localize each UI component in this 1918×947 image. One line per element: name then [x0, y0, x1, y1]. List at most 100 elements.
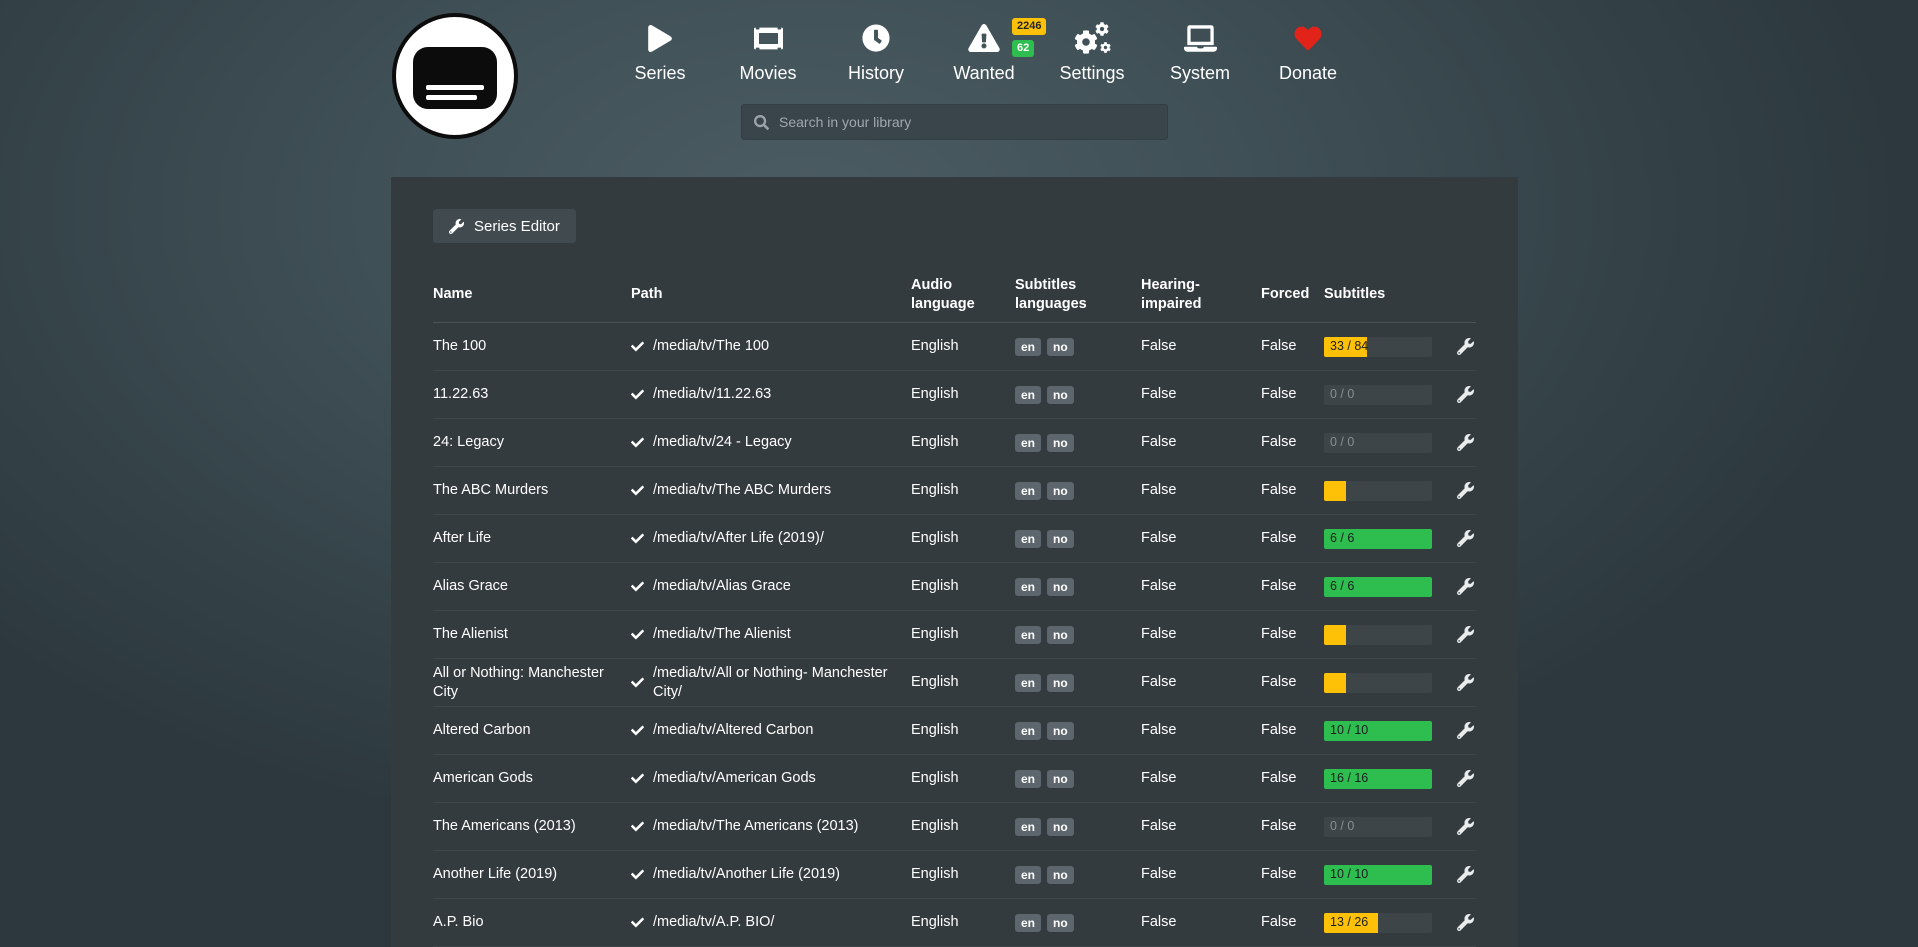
- language-badge: en: [1015, 434, 1041, 452]
- hearing-impaired-value: False: [1141, 433, 1261, 451]
- subtitle-language-badges: enno: [1015, 818, 1141, 836]
- subtitles-progress: 33 / 84: [1324, 337, 1432, 357]
- hearing-impaired-value: False: [1141, 577, 1261, 595]
- edit-series-wrench-button[interactable]: [1457, 434, 1474, 451]
- edit-series-wrench-button[interactable]: [1457, 386, 1474, 403]
- subtitles-progress: 13 / 26: [1324, 913, 1432, 933]
- subtitles-progress: [1324, 481, 1432, 501]
- subtitles-progress-label: 0 / 0: [1330, 387, 1354, 403]
- table-row: The ABC Murders /media/tv/The ABC Murder…: [433, 467, 1476, 515]
- subtitles-progress-label: 6 / 6: [1330, 579, 1354, 595]
- subtitles-progress: [1324, 673, 1432, 693]
- series-name: The 100: [433, 337, 631, 355]
- subtitle-language-badges: enno: [1015, 338, 1141, 356]
- forced-value: False: [1261, 385, 1324, 403]
- audio-language: English: [911, 865, 1015, 883]
- audio-language: English: [911, 529, 1015, 547]
- nav-item-donate[interactable]: Donate: [1254, 22, 1362, 84]
- series-editor-button[interactable]: Series Editor: [433, 209, 576, 243]
- edit-series-wrench-button[interactable]: [1457, 914, 1474, 931]
- nav-item-history[interactable]: History: [822, 22, 930, 84]
- hearing-impaired-value: False: [1141, 529, 1261, 547]
- hearing-impaired-value: False: [1141, 721, 1261, 739]
- nav-item-wanted[interactable]: 2246 62 Wanted: [930, 22, 1038, 84]
- series-path: /media/tv/All or Nothing- Manchester Cit…: [653, 664, 897, 700]
- edit-series-wrench-button[interactable]: [1457, 770, 1474, 787]
- edit-series-wrench-button[interactable]: [1457, 530, 1474, 547]
- search-input[interactable]: [779, 114, 1155, 130]
- play-icon: [606, 22, 714, 54]
- series-path: /media/tv/American Gods: [653, 769, 816, 787]
- app-logo[interactable]: [392, 13, 518, 139]
- series-name: The ABC Murders: [433, 481, 631, 499]
- hearing-impaired-value: False: [1141, 913, 1261, 931]
- subtitles-progress: 0 / 0: [1324, 385, 1432, 405]
- subtitle-language-badges: enno: [1015, 434, 1141, 452]
- language-badge: en: [1015, 722, 1041, 740]
- table-row: Alias Grace /media/tv/Alias Grace Englis…: [433, 563, 1476, 611]
- check-icon: [631, 772, 644, 785]
- forced-value: False: [1261, 625, 1324, 643]
- forced-value: False: [1261, 673, 1324, 691]
- series-name: Another Life (2019): [433, 865, 631, 883]
- nav-label: System: [1146, 63, 1254, 84]
- language-badge: en: [1015, 482, 1041, 500]
- subtitles-progress-label: 0 / 0: [1330, 435, 1354, 451]
- check-icon: [631, 580, 644, 593]
- check-icon: [631, 340, 644, 353]
- table-header-row: Name Path Audio language Subtitles langu…: [433, 267, 1476, 323]
- nav-item-settings[interactable]: Settings: [1038, 22, 1146, 84]
- logo-subtitle-screen-icon: [413, 47, 497, 109]
- subtitle-language-badges: enno: [1015, 866, 1141, 884]
- language-badge: no: [1047, 866, 1074, 884]
- hearing-impaired-value: False: [1141, 673, 1261, 691]
- series-table: Name Path Audio language Subtitles langu…: [433, 267, 1476, 947]
- series-path: /media/tv/24 - Legacy: [653, 433, 792, 451]
- table-row: American Gods /media/tv/American Gods En…: [433, 755, 1476, 803]
- edit-series-wrench-button[interactable]: [1457, 818, 1474, 835]
- table-row: Altered Carbon /media/tv/Altered Carbon …: [433, 707, 1476, 755]
- wrench-icon: [449, 219, 464, 234]
- check-icon: [631, 676, 644, 689]
- edit-series-wrench-button[interactable]: [1457, 578, 1474, 595]
- subtitles-progress-label: 16 / 16: [1330, 771, 1368, 787]
- series-path: /media/tv/Alias Grace: [653, 577, 791, 595]
- subtitles-progress: 10 / 10: [1324, 721, 1432, 741]
- subtitle-language-badges: enno: [1015, 674, 1141, 692]
- edit-series-wrench-button[interactable]: [1457, 722, 1474, 739]
- audio-language: English: [911, 577, 1015, 595]
- audio-language: English: [911, 385, 1015, 403]
- table-row: The Americans (2013) /media/tv/The Ameri…: [433, 803, 1476, 851]
- edit-series-wrench-button[interactable]: [1457, 482, 1474, 499]
- hearing-impaired-value: False: [1141, 817, 1261, 835]
- subtitles-progress-label: 0 / 0: [1330, 819, 1354, 835]
- hearing-impaired-value: False: [1141, 625, 1261, 643]
- header-forced: Forced: [1261, 285, 1324, 303]
- library-search: [741, 104, 1168, 140]
- check-icon: [631, 628, 644, 641]
- forced-value: False: [1261, 865, 1324, 883]
- subtitle-language-badges: enno: [1015, 770, 1141, 788]
- heart-icon: [1254, 22, 1362, 54]
- table-body: The 100 /media/tv/The 100 English enno F…: [433, 323, 1476, 947]
- series-name: The Alienist: [433, 625, 631, 643]
- series-path: /media/tv/The Alienist: [653, 625, 791, 643]
- series-name: 24: Legacy: [433, 433, 631, 451]
- audio-language: English: [911, 625, 1015, 643]
- subtitles-progress-label: 13 / 26: [1330, 915, 1368, 931]
- edit-series-wrench-button[interactable]: [1457, 626, 1474, 643]
- gears-icon: [1038, 22, 1146, 54]
- series-path: /media/tv/The ABC Murders: [653, 481, 831, 499]
- subtitle-language-badges: enno: [1015, 578, 1141, 596]
- edit-series-wrench-button[interactable]: [1457, 674, 1474, 691]
- nav-item-movies[interactable]: Movies: [714, 22, 822, 84]
- edit-series-wrench-button[interactable]: [1457, 866, 1474, 883]
- subtitles-progress: 0 / 0: [1324, 433, 1432, 453]
- nav-item-system[interactable]: System: [1146, 22, 1254, 84]
- edit-series-wrench-button[interactable]: [1457, 338, 1474, 355]
- hearing-impaired-value: False: [1141, 337, 1261, 355]
- nav-label: History: [822, 63, 930, 84]
- hearing-impaired-value: False: [1141, 385, 1261, 403]
- hearing-impaired-value: False: [1141, 481, 1261, 499]
- nav-item-series[interactable]: Series: [606, 22, 714, 84]
